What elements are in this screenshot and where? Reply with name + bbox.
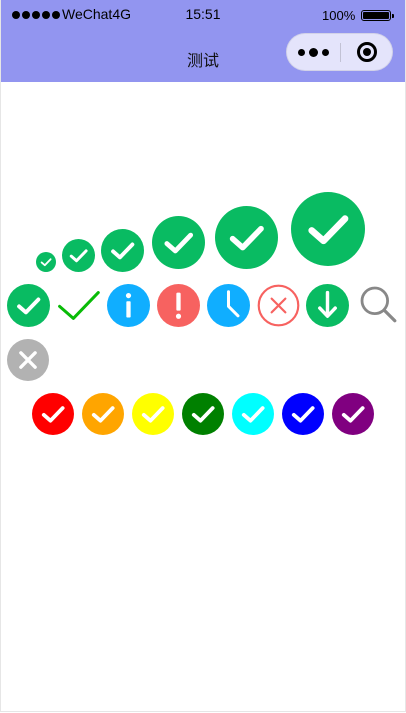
success-icon — [291, 192, 365, 266]
success-icon — [101, 229, 144, 272]
success-icon — [62, 239, 95, 272]
success-icon — [282, 393, 324, 435]
warn-icon — [157, 284, 200, 327]
search-icon — [358, 284, 398, 324]
download-icon — [306, 284, 349, 327]
menu-capsule — [286, 33, 393, 71]
waiting-icon — [207, 284, 250, 327]
battery-icon — [361, 10, 394, 21]
success-icon — [7, 284, 50, 327]
battery-percent: 100% — [322, 8, 356, 23]
navigation-bar: WeChat4G 15:51 100% 测试 — [1, 0, 405, 82]
success-icon — [36, 252, 56, 272]
info-icon — [107, 284, 150, 327]
success-icon — [82, 393, 124, 435]
page-frame: WeChat4G 15:51 100% 测试 — [0, 0, 406, 712]
miniprogram-close-icon[interactable] — [341, 34, 393, 70]
cancel-icon — [257, 284, 300, 327]
success-icon — [182, 393, 224, 435]
success-icon — [215, 206, 278, 269]
status-bar: WeChat4G 15:51 100% — [1, 5, 405, 27]
more-dots-icon[interactable] — [287, 34, 340, 70]
success-icon — [332, 393, 374, 435]
success-icon — [232, 393, 274, 435]
clear-icon — [7, 339, 49, 381]
success-icon — [152, 216, 205, 269]
success-icon — [32, 393, 74, 435]
success-icon — [132, 393, 174, 435]
success-no-circle-icon — [57, 284, 100, 327]
